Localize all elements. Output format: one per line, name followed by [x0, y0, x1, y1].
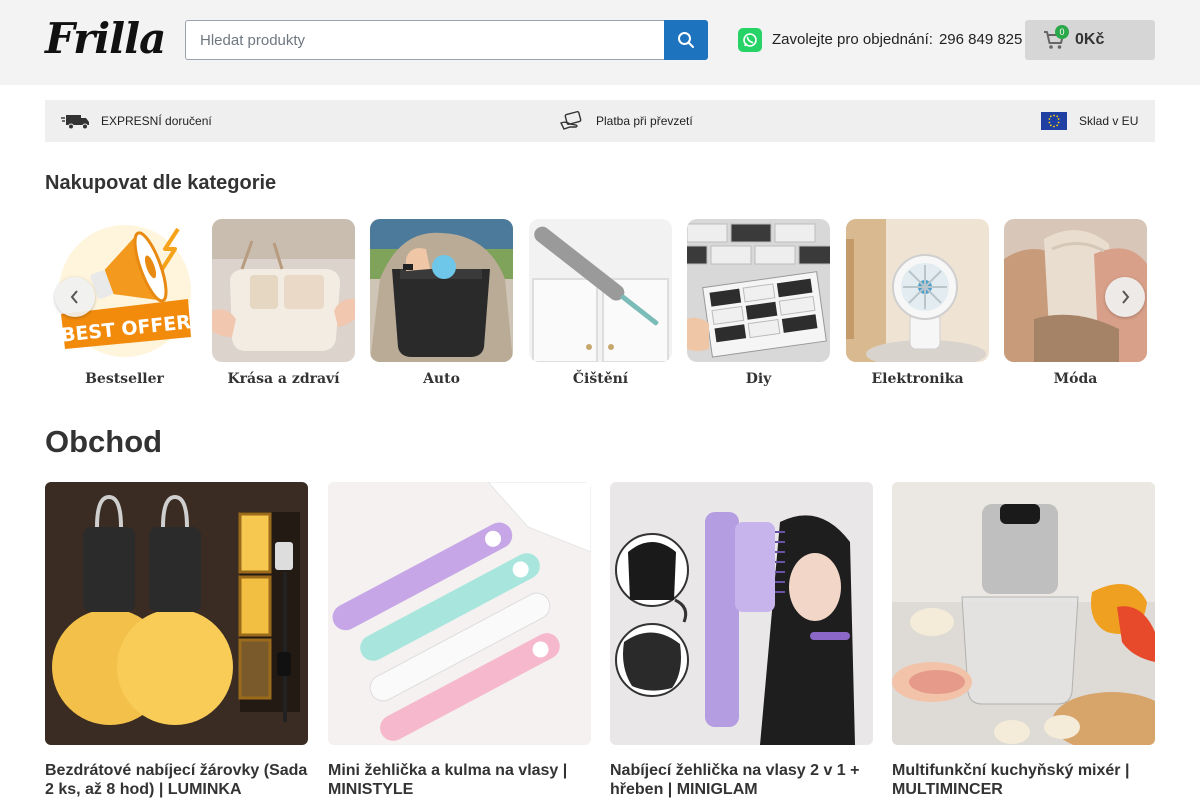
cart-button[interactable]: 0Kč	[1025, 20, 1155, 60]
contact-label: Zavolejte pro objednání:	[772, 31, 933, 48]
eu-flag-icon	[1041, 112, 1067, 130]
truck-icon	[61, 115, 89, 130]
product-image[interactable]	[328, 482, 591, 745]
search-input[interactable]	[185, 20, 665, 60]
payment-info: Platba při převzetí	[560, 100, 693, 142]
product-card[interactable]: Bezdrátové nabíjecí žárovky (Sada 2 ks, …	[45, 482, 308, 798]
info-bar: EXPRESNÍ doručení Platba při převzetí Sk…	[45, 100, 1155, 142]
warehouse-info: Sklad v EU	[1041, 100, 1138, 142]
category-image	[212, 219, 355, 362]
category-image	[846, 219, 989, 362]
category-label: Auto	[423, 371, 460, 387]
chevron-right-icon	[1122, 290, 1130, 304]
cart-total: 0Kč	[1075, 31, 1105, 48]
product-name[interactable]: Bezdrátové nabíjecí žárovky (Sada 2 ks, …	[45, 761, 308, 799]
product-name[interactable]: Nabíjecí žehlička na vlasy 2 v 1 + hřebe…	[610, 761, 873, 799]
category-label: Čištění	[572, 371, 629, 387]
contact-info: Zavolejte pro objednání: 296 849 825	[772, 31, 1022, 48]
category-label: Elektronika	[871, 371, 964, 387]
category-image	[370, 219, 513, 362]
category-diy[interactable]: Diy	[687, 219, 830, 387]
product-card[interactable]: Nabíjecí žehlička na vlasy 2 v 1 + hřebe…	[610, 482, 873, 798]
category-label: Bestseller	[85, 371, 164, 387]
product-image[interactable]	[892, 482, 1155, 745]
product-card[interactable]: Mini žehlička a kulma na vlasy | MINISTY…	[328, 482, 591, 798]
category-electronics[interactable]: Elektronika	[846, 219, 989, 387]
site-logo[interactable]: Frilla	[45, 14, 166, 63]
delivery-label: EXPRESNÍ doručení	[101, 114, 212, 128]
product-image[interactable]	[610, 482, 873, 745]
product-image[interactable]	[45, 482, 308, 745]
category-cleaning[interactable]: Čištění	[529, 219, 672, 387]
site-header: Frilla Zavolejte pro objednání: 296 849 8…	[0, 0, 1200, 85]
chevron-left-icon	[70, 290, 78, 304]
category-beauty-health[interactable]: Krása a zdraví	[212, 219, 355, 387]
warehouse-label: Sklad v EU	[1079, 114, 1139, 128]
category-label: Diy	[745, 371, 772, 387]
shop-title: Obchod	[45, 424, 163, 459]
hand-card-icon	[560, 111, 582, 130]
contact-phone[interactable]: 296 849 825	[939, 31, 1022, 48]
category-image	[687, 219, 830, 362]
product-name[interactable]: Multifunkční kuchyňský mixér | MULTIMINC…	[892, 761, 1155, 799]
carousel-next-button[interactable]	[1105, 277, 1145, 317]
whatsapp-icon[interactable]	[738, 28, 762, 52]
delivery-info: EXPRESNÍ doručení	[61, 100, 212, 142]
category-label: Móda	[1053, 371, 1098, 387]
search-icon	[678, 32, 694, 48]
categories-title: Nakupovat dle kategorie	[45, 172, 277, 194]
carousel-prev-button[interactable]	[55, 277, 95, 317]
category-label: Krása a zdraví	[227, 371, 340, 387]
payment-label: Platba při převzetí	[596, 114, 693, 128]
search-bar	[185, 20, 708, 60]
category-auto[interactable]: Auto	[370, 219, 513, 387]
product-name[interactable]: Mini žehlička a kulma na vlasy | MINISTY…	[328, 761, 591, 799]
cart-count-badge: 0	[1055, 25, 1069, 39]
search-button[interactable]	[664, 20, 708, 60]
product-card[interactable]: Multifunkční kuchyňský mixér | MULTIMINC…	[892, 482, 1155, 798]
category-image	[529, 219, 672, 362]
